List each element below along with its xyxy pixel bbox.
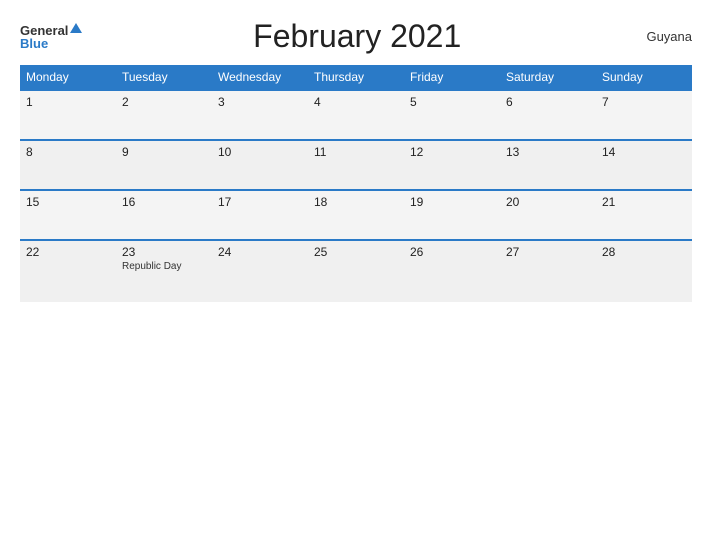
day-number: 19 xyxy=(410,195,494,209)
logo-triangle-icon xyxy=(70,23,82,33)
calendar-day-cell: 24 xyxy=(212,240,308,302)
calendar-day-cell: 19 xyxy=(404,190,500,240)
header-saturday: Saturday xyxy=(500,65,596,90)
calendar-week-row: 15 16 17 18 19 20 21 xyxy=(20,190,692,240)
logo-blue-text: Blue xyxy=(20,37,48,50)
weekday-header-row: Monday Tuesday Wednesday Thursday Friday… xyxy=(20,65,692,90)
calendar-day-cell: 28 xyxy=(596,240,692,302)
day-number: 22 xyxy=(26,245,110,259)
day-number: 17 xyxy=(218,195,302,209)
day-number: 13 xyxy=(506,145,590,159)
day-number: 16 xyxy=(122,195,206,209)
calendar-day-cell: 10 xyxy=(212,140,308,190)
calendar-day-cell: 5 xyxy=(404,90,500,140)
calendar-day-cell: 15 xyxy=(20,190,116,240)
day-number: 14 xyxy=(602,145,686,159)
day-number: 1 xyxy=(26,95,110,109)
calendar-day-cell: 22 xyxy=(20,240,116,302)
header-wednesday: Wednesday xyxy=(212,65,308,90)
calendar-day-cell: 26 xyxy=(404,240,500,302)
calendar-week-row: 1234567 xyxy=(20,90,692,140)
calendar-day-cell: 25 xyxy=(308,240,404,302)
calendar-week-row: 89 10 11 12 13 14 xyxy=(20,140,692,190)
calendar-week-row: 22 23 Republic Day 24 25 26 27 28 xyxy=(20,240,692,302)
calendar-day-cell: 13 xyxy=(500,140,596,190)
day-number: 2 xyxy=(122,95,206,109)
day-number: 9 xyxy=(122,145,206,159)
calendar-day-cell: 9 xyxy=(116,140,212,190)
calendar-day-cell: 3 xyxy=(212,90,308,140)
day-number: 3 xyxy=(218,95,302,109)
calendar-day-cell: 23 Republic Day xyxy=(116,240,212,302)
day-number: 15 xyxy=(26,195,110,209)
calendar-page: General Blue February 2021 Guyana Monday… xyxy=(0,0,712,550)
day-number: 28 xyxy=(602,245,686,259)
calendar-day-cell: 17 xyxy=(212,190,308,240)
calendar-day-cell: 16 xyxy=(116,190,212,240)
header-monday: Monday xyxy=(20,65,116,90)
day-number: 25 xyxy=(314,245,398,259)
holiday-label: Republic Day xyxy=(122,261,206,272)
day-number: 11 xyxy=(314,145,398,159)
day-number: 8 xyxy=(26,145,110,159)
calendar-day-cell: 27 xyxy=(500,240,596,302)
day-number: 23 xyxy=(122,245,206,259)
logo: General Blue xyxy=(20,24,82,50)
day-number: 6 xyxy=(506,95,590,109)
calendar-body: 1234567891011121314151617181920212223Rep… xyxy=(20,90,692,302)
day-number: 20 xyxy=(506,195,590,209)
calendar-day-cell: 1 xyxy=(20,90,116,140)
calendar-day-cell: 21 xyxy=(596,190,692,240)
day-number: 4 xyxy=(314,95,398,109)
calendar-day-cell: 4 xyxy=(308,90,404,140)
calendar-day-cell: 12 xyxy=(404,140,500,190)
day-number: 26 xyxy=(410,245,494,259)
header-sunday: Sunday xyxy=(596,65,692,90)
day-number: 24 xyxy=(218,245,302,259)
day-number: 21 xyxy=(602,195,686,209)
header-thursday: Thursday xyxy=(308,65,404,90)
day-number: 12 xyxy=(410,145,494,159)
day-number: 10 xyxy=(218,145,302,159)
calendar-day-cell: 2 xyxy=(116,90,212,140)
calendar-title: February 2021 xyxy=(82,18,632,55)
calendar-day-cell: 14 xyxy=(596,140,692,190)
header: General Blue February 2021 Guyana xyxy=(20,18,692,55)
country-label: Guyana xyxy=(632,29,692,44)
day-number: 7 xyxy=(602,95,686,109)
calendar-day-cell: 6 xyxy=(500,90,596,140)
calendar-day-cell: 18 xyxy=(308,190,404,240)
logo-general-text: General xyxy=(20,24,68,37)
calendar-day-cell: 11 xyxy=(308,140,404,190)
calendar-day-cell: 20 xyxy=(500,190,596,240)
header-friday: Friday xyxy=(404,65,500,90)
calendar-day-cell: 7 xyxy=(596,90,692,140)
day-number: 27 xyxy=(506,245,590,259)
calendar-day-cell: 8 xyxy=(20,140,116,190)
header-tuesday: Tuesday xyxy=(116,65,212,90)
calendar-table: Monday Tuesday Wednesday Thursday Friday… xyxy=(20,65,692,302)
day-number: 18 xyxy=(314,195,398,209)
day-number: 5 xyxy=(410,95,494,109)
calendar-header: Monday Tuesday Wednesday Thursday Friday… xyxy=(20,65,692,90)
